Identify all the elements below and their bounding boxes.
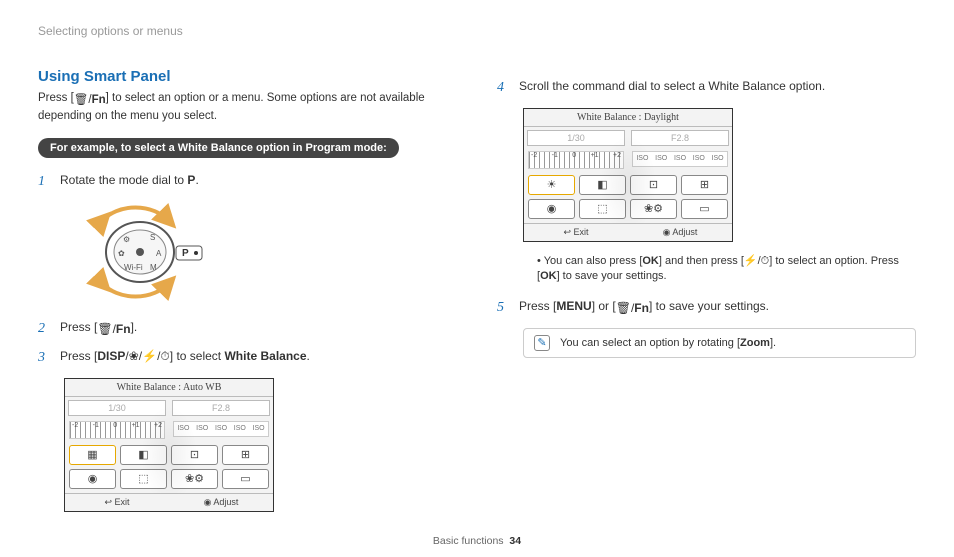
ev-ruler: -2 -1 0 +1 +2 xyxy=(69,421,165,439)
trash-fn-icon: 🗑/Fn xyxy=(616,300,649,317)
panel-icon: ⊡ xyxy=(171,445,218,465)
svg-text:✿: ✿ xyxy=(118,249,125,258)
svg-text:Wi-Fi: Wi-Fi xyxy=(124,263,143,272)
menu-icon: MENU xyxy=(556,299,591,313)
panel-icon: ⬚ xyxy=(579,199,626,219)
panel-icon: ⊞ xyxy=(222,445,269,465)
panel-icon-wb: ☀ xyxy=(528,175,575,195)
aperture-value: F2.8 xyxy=(172,400,270,416)
mode-dial-figure: ⚙ S A M Wi-Fi ✿ P xyxy=(68,202,457,305)
step-5: 5 Press [MENU] or [🗑/Fn] to save your se… xyxy=(497,298,916,318)
panel-icon: ❀⚙ xyxy=(171,469,218,489)
shutter-value: 1/30 xyxy=(68,400,166,416)
svg-text:P: P xyxy=(182,248,189,259)
panel-icon: ◉ xyxy=(69,469,116,489)
note-box: ✎ You can select an option by rotating [… xyxy=(523,328,916,358)
smart-panel-auto: White Balance : Auto WB 1/30 F2.8 -2 -1 … xyxy=(64,378,274,512)
panel-icon: ◧ xyxy=(120,445,167,465)
exit-label: ↩ Exit xyxy=(524,224,628,241)
panel-icon: ▭ xyxy=(681,199,728,219)
disp-icon: DISP xyxy=(97,349,125,363)
iso-ruler: ISO ISO ISO ISO ISO xyxy=(632,151,728,167)
panel-icon: ▭ xyxy=(222,469,269,489)
panel-icon: ⊞ xyxy=(681,175,728,195)
panel-icon: ◉ xyxy=(528,199,575,219)
macro-icon: ❀ xyxy=(129,349,139,363)
iso-ruler: ISO ISO ISO ISO ISO xyxy=(173,421,269,437)
trash-fn-icon: 🗑/Fn xyxy=(97,321,130,338)
flash-icon: ⚡ xyxy=(142,349,157,363)
ev-ruler: -2 -1 0 +1 +2 xyxy=(528,151,624,169)
intro-text: Press [🗑/Fn] to select an option or a me… xyxy=(38,91,457,124)
smart-panel-daylight: White Balance : Daylight 1/30 F2.8 -2 -1… xyxy=(523,108,733,242)
section-title: Using Smart Panel xyxy=(38,68,457,85)
step-4: 4 Scroll the command dial to select a Wh… xyxy=(497,78,916,98)
timer-icon: ⏱ xyxy=(761,255,770,267)
step-4-bullet: • You can also press [OK] and then press… xyxy=(537,254,916,285)
aperture-value: F2.8 xyxy=(631,130,729,146)
step-3: 3 Press [DISP/❀/⚡/⏱] to select White Bal… xyxy=(38,348,457,368)
svg-text:A: A xyxy=(156,249,162,258)
panel-icon: ⊡ xyxy=(630,175,677,195)
panel-title: White Balance : Auto WB xyxy=(65,379,273,397)
breadcrumb: Selecting options or menus xyxy=(38,24,457,38)
page-footer: Basic functions 34 xyxy=(0,535,954,547)
adjust-label: ◉ Adjust xyxy=(628,224,732,241)
panel-icon: ◧ xyxy=(579,175,626,195)
panel-icon-wb: ▦ xyxy=(69,445,116,465)
adjust-label: ◉ Adjust xyxy=(169,494,273,511)
exit-label: ↩ Exit xyxy=(65,494,169,511)
trash-fn-icon: 🗑/Fn xyxy=(74,93,106,109)
note-icon: ✎ xyxy=(534,335,550,351)
ok-icon: OK xyxy=(540,270,557,282)
step-1: 1 Rotate the mode dial to P. xyxy=(38,172,457,192)
panel-icon: ❀⚙ xyxy=(630,199,677,219)
svg-text:M: M xyxy=(150,263,157,272)
panel-title: White Balance : Daylight xyxy=(524,109,732,127)
timer-icon: ⏱ xyxy=(160,349,169,363)
svg-text:⚙: ⚙ xyxy=(123,235,130,244)
ok-icon: OK xyxy=(642,255,659,267)
panel-icon: ⬚ xyxy=(120,469,167,489)
flash-icon: ⚡ xyxy=(744,255,758,267)
svg-text:S: S xyxy=(150,233,155,242)
example-pill: For example, to select a White Balance o… xyxy=(38,138,399,158)
step-2: 2 Press [🗑/Fn]. xyxy=(38,319,457,339)
shutter-value: 1/30 xyxy=(527,130,625,146)
